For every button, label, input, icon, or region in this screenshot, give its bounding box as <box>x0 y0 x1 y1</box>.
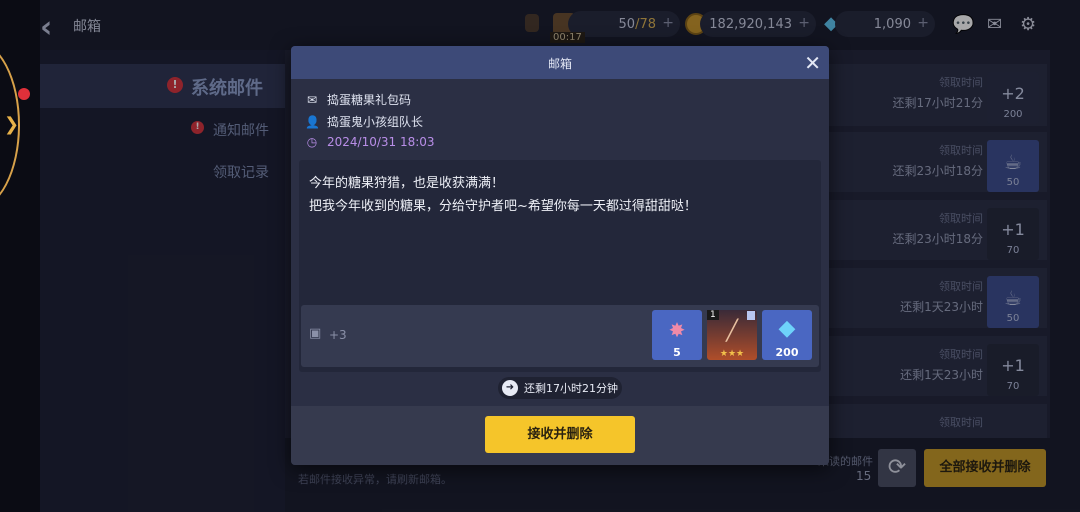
mail-date-text: 2024/10/31 18:03 <box>327 135 435 149</box>
reward-stars: ★★★ <box>719 349 745 359</box>
reward-item[interactable]: 1 ╱ ★★★ <box>707 310 757 360</box>
remaining-time-text: 还剩17小时21分钟 <box>524 382 618 395</box>
mail-subject: ✉ 捣蛋糖果礼包码 <box>305 91 411 108</box>
mail-detail-dialog: 邮箱 ✕ ✉ 捣蛋糖果礼包码 👤 捣蛋鬼小孩组队长 ◷ 2024/10/31 1… <box>291 46 829 465</box>
envelope-icon: ✉ <box>306 92 318 107</box>
reward-qty: 200 <box>775 346 799 359</box>
clock-icon: ◷ <box>306 135 318 149</box>
dialog-title: 邮箱 <box>547 57 572 71</box>
mail-date: ◷ 2024/10/31 18:03 <box>305 135 435 149</box>
mail-body-line: 把我今年收到的糖果，分给守护者吧~希望你每一天都过得甜甜哒！ <box>309 199 697 214</box>
reward-item[interactable]: ◆ 200 <box>762 310 812 360</box>
mail-subject-text: 捣蛋糖果礼包码 <box>327 93 412 107</box>
person-icon: 👤 <box>305 114 320 129</box>
bookmark-icon <box>747 311 755 320</box>
mail-sender: 👤 捣蛋鬼小孩组队长 <box>305 113 423 130</box>
candy-badge-icon: ✸ <box>668 318 686 342</box>
close-icon[interactable]: ✕ <box>804 51 821 75</box>
dialog-footer: 接收并删除 <box>291 406 829 465</box>
diamond-icon: ◆ <box>778 316 796 341</box>
remaining-time-badge: ➜ 还剩17小时21分钟 <box>498 377 622 399</box>
reward-corner-count: 1 <box>707 310 719 320</box>
reward-item[interactable]: ✸ 5 <box>652 310 702 360</box>
gift-icon: ▣ <box>309 326 322 341</box>
accept-and-delete-button[interactable]: 接收并删除 <box>485 416 635 453</box>
gift-extra-count: +3 <box>329 328 347 342</box>
reward-qty: 5 <box>673 346 681 359</box>
left-edge-strip: ❯ <box>0 0 40 512</box>
dialog-header: 邮箱 ✕ <box>291 46 829 79</box>
mail-sender-text: 捣蛋鬼小孩组队长 <box>327 115 424 129</box>
mail-body-line: 今年的糖果狩猎，也是收获满满！ <box>309 176 505 191</box>
timer-arrow-icon: ➜ <box>502 380 518 396</box>
reward-strip: ▣ +3 ✸ 5 1 ╱ ★★★ ◆ 200 <box>301 305 819 367</box>
side-arrow-icon[interactable]: ❯ <box>4 114 19 135</box>
notification-dot <box>18 88 30 100</box>
